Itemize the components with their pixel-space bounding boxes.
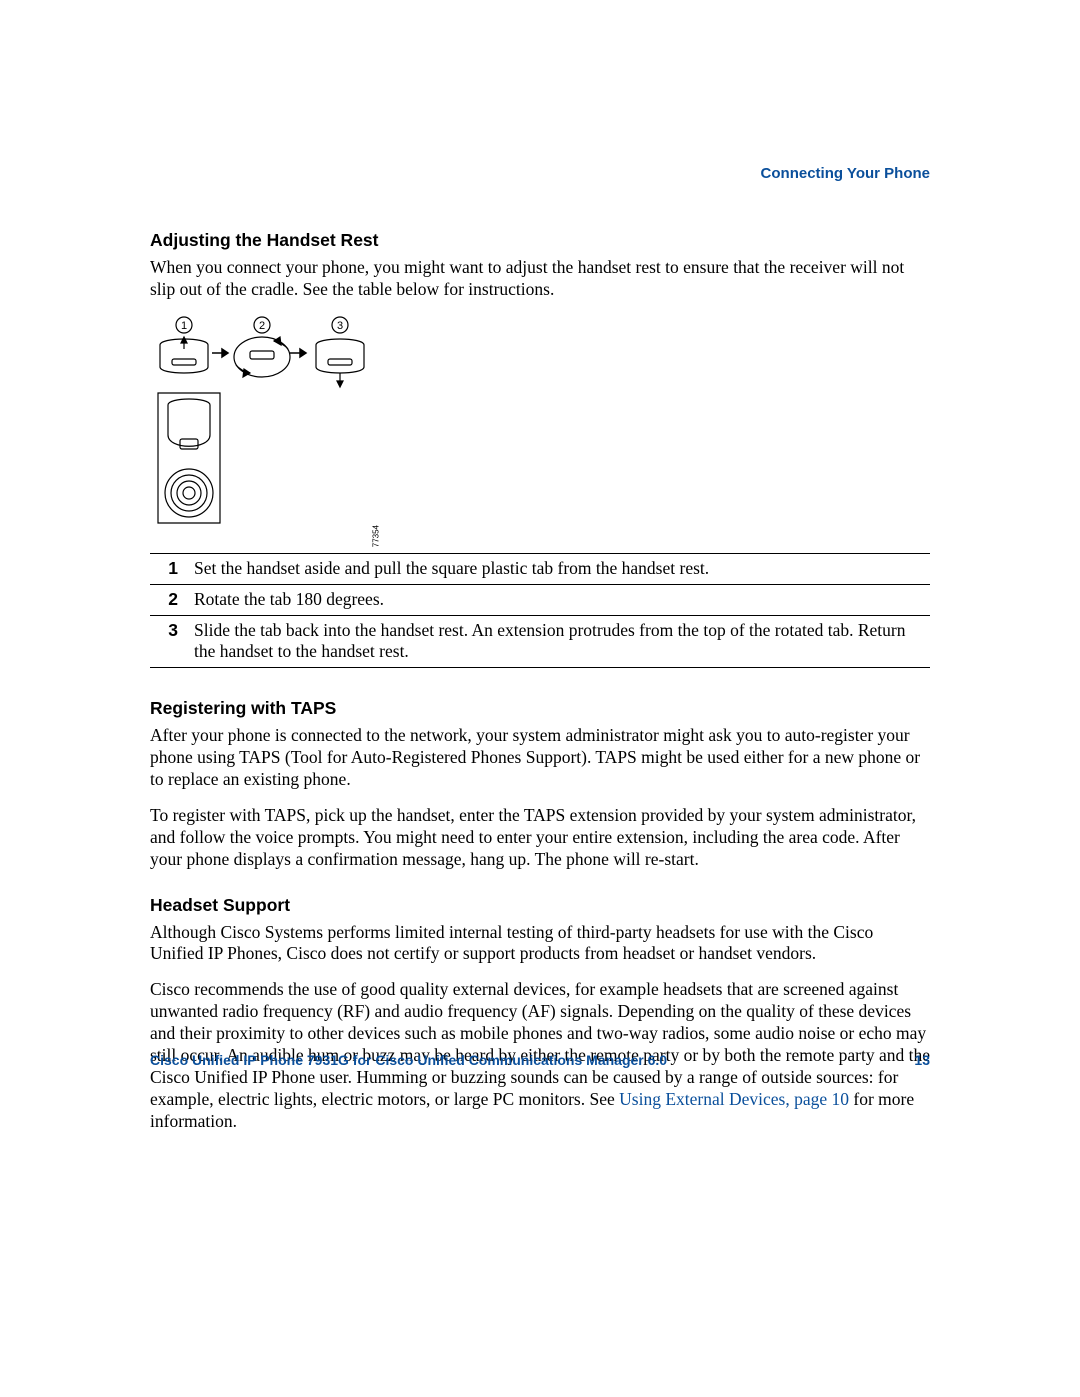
step-number: 1	[150, 553, 188, 584]
heading-adjusting-handset-rest: Adjusting the Handset Rest	[150, 230, 930, 251]
heading-registering-taps: Registering with TAPS	[150, 698, 930, 719]
paragraph: Although Cisco Systems performs limited …	[150, 922, 930, 966]
paragraph: When you connect your phone, you might w…	[150, 257, 930, 301]
paragraph: To register with TAPS, pick up the hands…	[150, 805, 930, 871]
page-number: 13	[914, 1052, 930, 1068]
running-header: Connecting Your Phone	[150, 165, 930, 182]
figure-callout-2: 2	[259, 320, 265, 332]
table-row: 3 Slide the tab back into the handset re…	[150, 615, 930, 668]
page-content: Connecting Your Phone Adjusting the Hand…	[150, 165, 930, 1146]
paragraph: After your phone is connected to the net…	[150, 725, 930, 791]
heading-headset-support: Headset Support	[150, 895, 930, 916]
footer-title: Cisco Unified IP Phone 7931G for Cisco U…	[150, 1052, 667, 1068]
step-text: Rotate the tab 180 degrees.	[188, 584, 930, 615]
step-text: Set the handset aside and pull the squar…	[188, 553, 930, 584]
step-number: 3	[150, 615, 188, 668]
step-number: 2	[150, 584, 188, 615]
xref-link-external-devices[interactable]: Using External Devices, page 10	[619, 1089, 849, 1109]
figure-label: 77354	[371, 525, 380, 547]
step-text: Slide the tab back into the handset rest…	[188, 615, 930, 668]
handset-rest-figure: 1 2 3	[150, 315, 380, 525]
table-row: 2 Rotate the tab 180 degrees.	[150, 584, 930, 615]
figure-callout-1: 1	[181, 320, 187, 332]
figure-callout-3: 3	[337, 320, 343, 332]
table-row: 1 Set the handset aside and pull the squ…	[150, 553, 930, 584]
steps-table: 1 Set the handset aside and pull the squ…	[150, 553, 930, 669]
page-footer: Cisco Unified IP Phone 7931G for Cisco U…	[150, 1052, 930, 1068]
